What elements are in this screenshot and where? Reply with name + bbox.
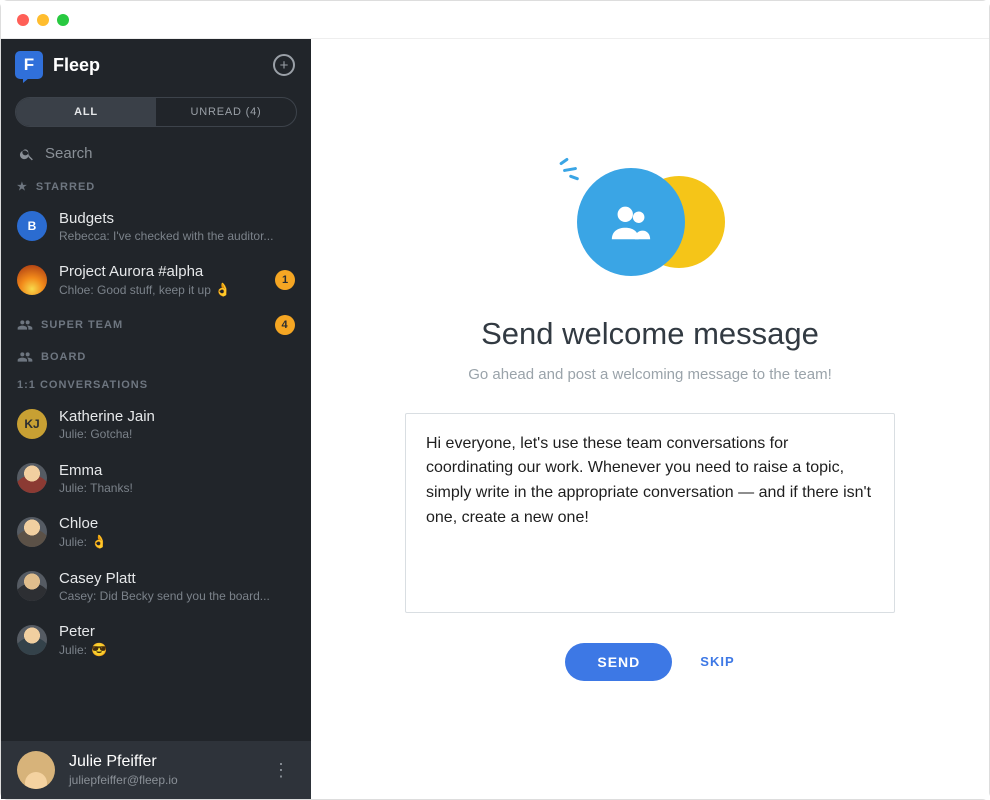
current-user-bar: Julie Pfeiffer juliepfeiffer@fleep.io ⋮	[1, 741, 311, 799]
unread-badge: 1	[275, 270, 295, 290]
brand-logo: F	[15, 51, 43, 79]
conversation-text: Chloe Julie: 👌	[59, 515, 295, 550]
avatar	[17, 751, 55, 789]
conversation-preview: Chloe: Good stuff, keep it up 👌	[59, 282, 263, 298]
unread-badge: 4	[275, 315, 295, 335]
conversation-title: Emma	[59, 462, 295, 479]
conversation-title: Budgets	[59, 210, 295, 227]
user-email: juliepfeiffer@fleep.io	[69, 773, 254, 787]
conversation-text: Katherine Jain Julie: Gotcha!	[59, 408, 295, 441]
conversation-title: Peter	[59, 623, 295, 640]
sidebar: F Fleep + ALL UNREAD (4) Search ★ STARRE…	[1, 39, 311, 799]
ok-hand-icon: 👌	[91, 534, 107, 550]
section-label: BOARD	[41, 351, 86, 363]
search-icon	[19, 146, 35, 162]
tab-unread[interactable]: UNREAD (4)	[156, 98, 296, 126]
thumbs-up-icon: 👌	[215, 282, 231, 298]
welcome-message-input[interactable]	[405, 413, 895, 613]
search-input[interactable]: Search	[1, 137, 311, 172]
conversation-item[interactable]: Emma Julie: Thanks!	[1, 451, 311, 505]
conversation-text: Budgets Rebecca: I've checked with the a…	[59, 210, 295, 243]
decor-circle-blue	[577, 168, 685, 276]
welcome-panel: Send welcome message Go ahead and post a…	[405, 158, 895, 681]
window-minimize-button[interactable]	[37, 14, 49, 26]
conversation-title: Casey Platt	[59, 570, 295, 587]
new-conversation-button[interactable]: +	[273, 54, 295, 76]
avatar: KJ	[17, 409, 47, 439]
welcome-illustration	[575, 158, 725, 288]
brand: F Fleep	[15, 51, 100, 79]
welcome-actions: SEND SKIP	[565, 643, 734, 681]
conversation-title: Project Aurora #alpha	[59, 263, 263, 280]
team-icon	[17, 349, 33, 365]
conversation-title: Chloe	[59, 515, 295, 532]
user-info: Julie Pfeiffer juliepfeiffer@fleep.io	[69, 753, 254, 787]
section-label: SUPER TEAM	[41, 319, 123, 331]
sidebar-header: F Fleep +	[1, 39, 311, 89]
conversation-text: Emma Julie: Thanks!	[59, 462, 295, 495]
avatar	[17, 625, 47, 655]
section-header-board[interactable]: BOARD	[1, 341, 311, 371]
team-icon	[17, 317, 33, 333]
people-icon	[608, 202, 654, 242]
conversation-item[interactable]: Project Aurora #alpha Chloe: Good stuff,…	[1, 253, 311, 307]
star-icon: ★	[17, 180, 28, 193]
plus-icon: +	[280, 58, 289, 73]
conversation-preview: Julie: 😎	[59, 642, 295, 658]
section-label: 1:1 CONVERSATIONS	[17, 379, 148, 391]
avatar	[17, 265, 47, 295]
tab-all[interactable]: ALL	[16, 98, 156, 126]
conversation-text: Casey Platt Casey: Did Becky send you th…	[59, 570, 295, 603]
main-content: Send welcome message Go ahead and post a…	[311, 39, 989, 799]
conversation-preview: Casey: Did Becky send you the board...	[59, 589, 295, 603]
more-vertical-icon: ⋮	[272, 760, 291, 780]
send-button[interactable]: SEND	[565, 643, 672, 681]
conversation-item[interactable]: KJ Katherine Jain Julie: Gotcha!	[1, 397, 311, 451]
conversation-item[interactable]: B Budgets Rebecca: I've checked with the…	[1, 199, 311, 253]
section-label: STARRED	[36, 181, 95, 193]
spark-icon	[559, 158, 589, 182]
filter-tabs: ALL UNREAD (4)	[15, 97, 297, 127]
conversation-item[interactable]: Chloe Julie: 👌	[1, 505, 311, 559]
welcome-subtitle: Go ahead and post a welcoming message to…	[468, 366, 832, 383]
search-placeholder: Search	[45, 145, 93, 162]
section-header-starred: ★ STARRED	[1, 172, 311, 199]
conversation-preview: Julie: Thanks!	[59, 481, 295, 495]
avatar: B	[17, 211, 47, 241]
conversation-title: Katherine Jain	[59, 408, 295, 425]
user-menu-button[interactable]: ⋮	[268, 760, 295, 781]
conversation-text: Project Aurora #alpha Chloe: Good stuff,…	[59, 263, 263, 298]
avatar	[17, 463, 47, 493]
skip-button[interactable]: SKIP	[700, 654, 734, 669]
user-name: Julie Pfeiffer	[69, 753, 254, 771]
conversation-item[interactable]: Casey Platt Casey: Did Becky send you th…	[1, 559, 311, 613]
section-header-dm: 1:1 CONVERSATIONS	[1, 371, 311, 397]
conversation-item[interactable]: Peter Julie: 😎	[1, 613, 311, 667]
welcome-title: Send welcome message	[481, 316, 819, 352]
avatar	[17, 517, 47, 547]
window-titlebar	[1, 1, 989, 39]
conversation-preview: Rebecca: I've checked with the auditor..…	[59, 229, 295, 243]
brand-name: Fleep	[53, 55, 100, 76]
window-maximize-button[interactable]	[57, 14, 69, 26]
section-header-super-team[interactable]: SUPER TEAM 4	[1, 307, 311, 341]
window-close-button[interactable]	[17, 14, 29, 26]
conversation-preview: Julie: Gotcha!	[59, 427, 295, 441]
conversation-text: Peter Julie: 😎	[59, 623, 295, 658]
avatar	[17, 571, 47, 601]
conversation-preview: Julie: 👌	[59, 534, 295, 550]
sunglasses-icon: 😎	[91, 642, 107, 658]
